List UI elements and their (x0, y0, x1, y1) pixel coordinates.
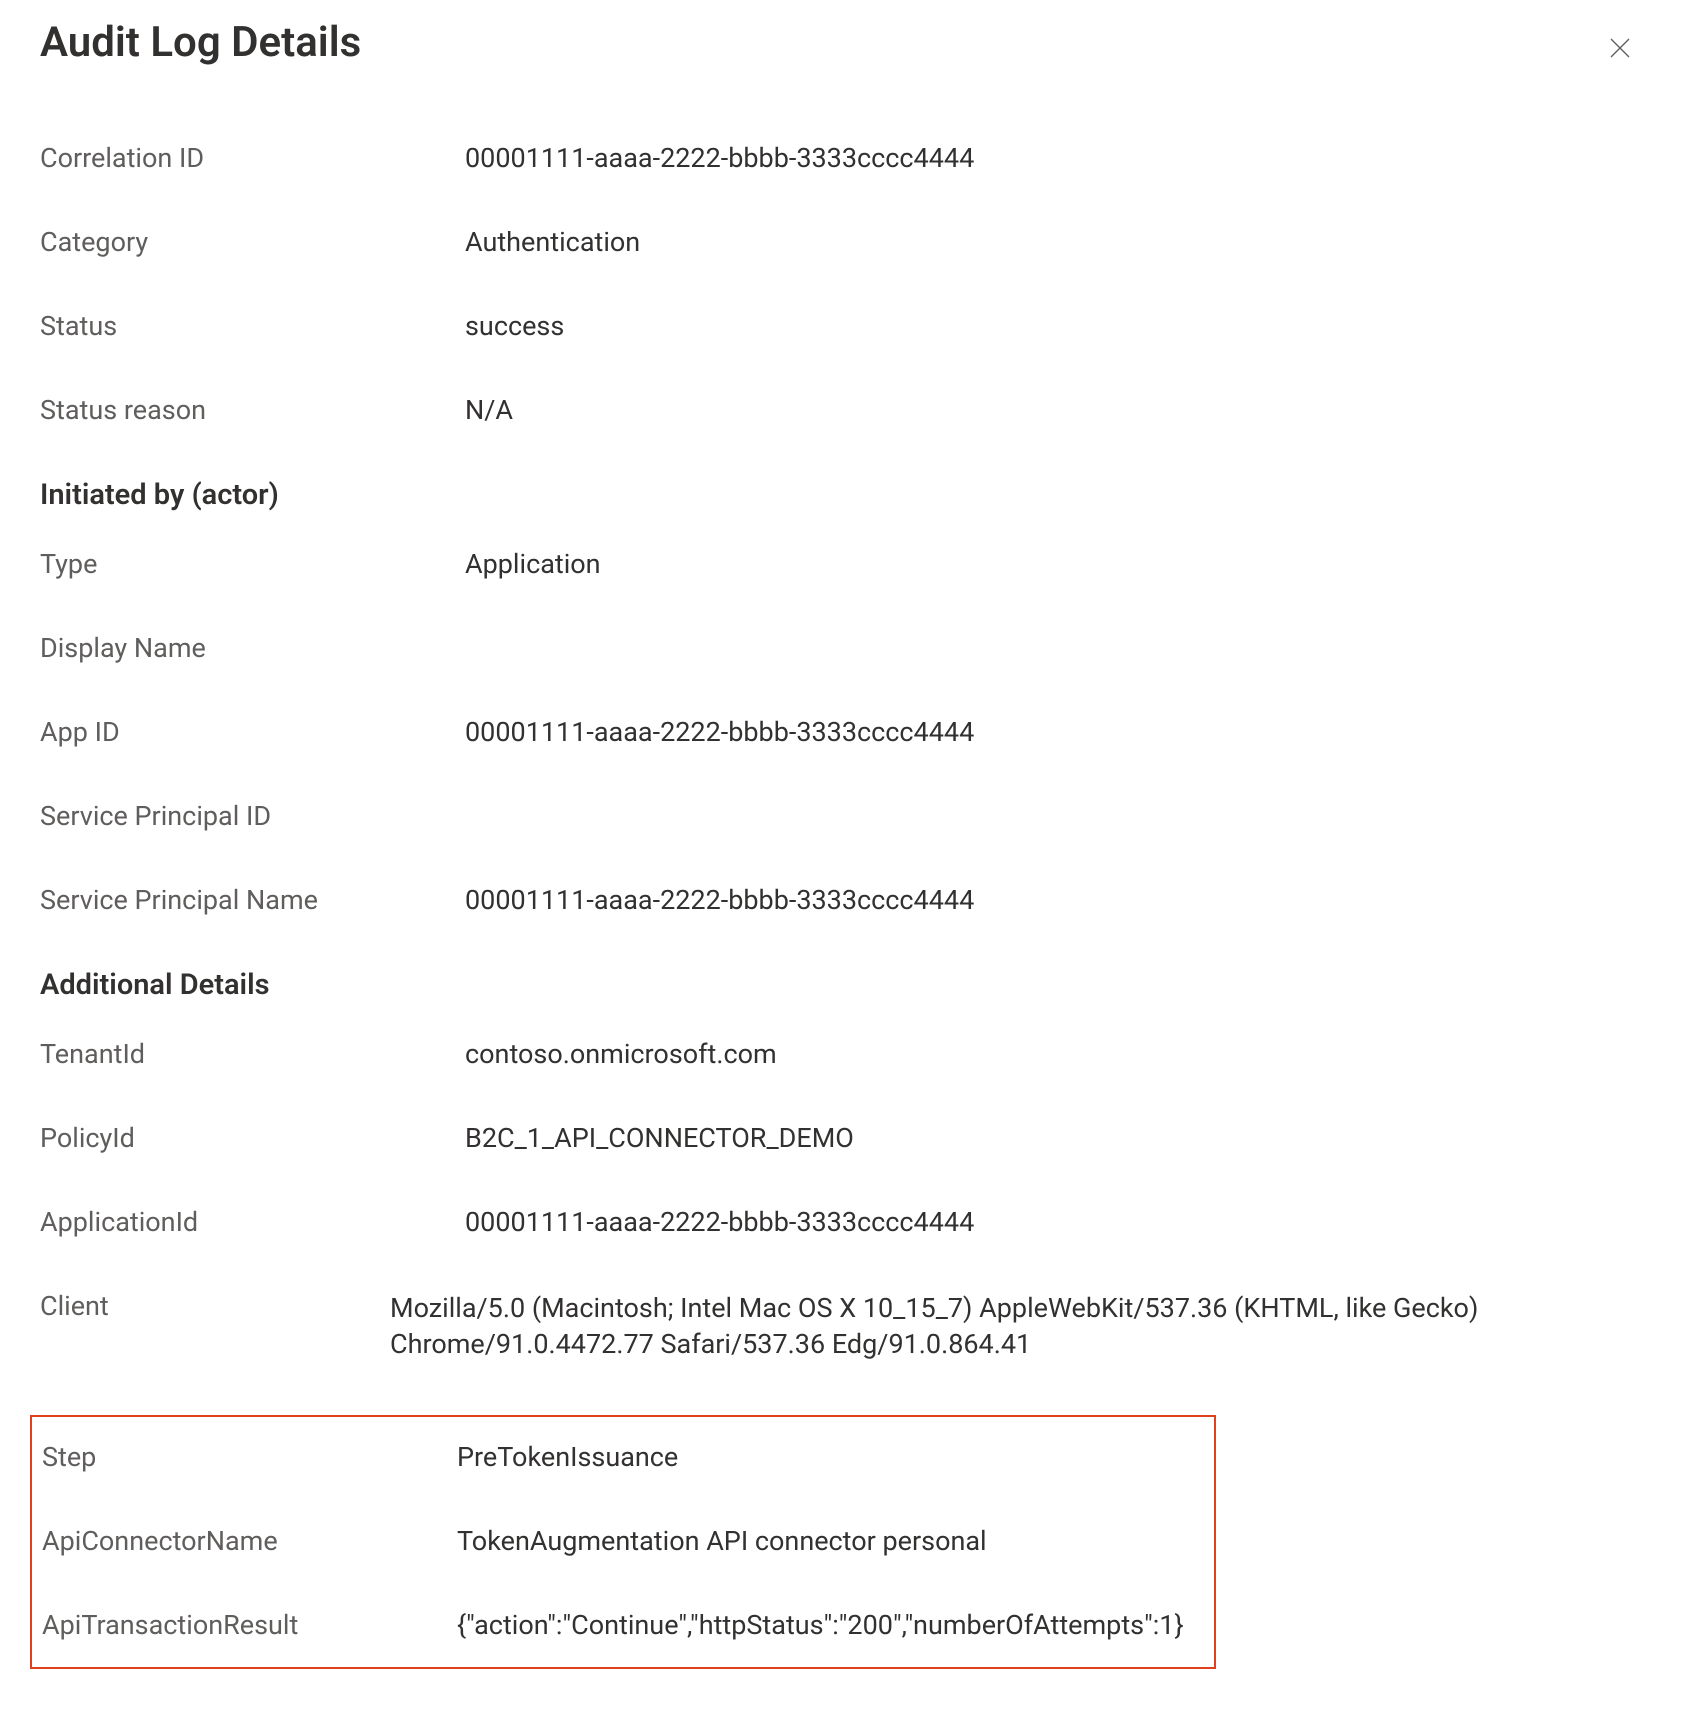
category-row: Category Authentication (40, 226, 1658, 258)
api-connector-name-value: TokenAugmentation API connector personal (457, 1525, 1212, 1557)
api-transaction-result-row: ApiTransactionResult {"action":"Continue… (42, 1609, 1212, 1641)
category-value: Authentication (465, 226, 1658, 258)
app-id-value: 00001111-aaaa-2222-bbbb-3333cccc4444 (465, 716, 1658, 748)
app-id-label: App ID (40, 716, 465, 748)
app-id-row: App ID 00001111-aaaa-2222-bbbb-3333cccc4… (40, 716, 1658, 748)
status-value: success (465, 310, 1658, 342)
status-reason-value: N/A (465, 394, 1658, 426)
correlation-id-value: 00001111-aaaa-2222-bbbb-3333cccc4444 (465, 142, 1658, 174)
client-row: Client Mozilla/5.0 (Macintosh; Intel Mac… (40, 1290, 1658, 1363)
close-icon (1608, 36, 1632, 60)
application-id-label: ApplicationId (40, 1206, 465, 1238)
status-row: Status success (40, 310, 1658, 342)
api-connector-name-label: ApiConnectorName (42, 1525, 457, 1557)
sp-name-row: Service Principal Name 00001111-aaaa-222… (40, 884, 1658, 916)
additional-details-heading: Additional Details (40, 968, 1658, 1002)
type-label: Type (40, 548, 465, 580)
client-value: Mozilla/5.0 (Macintosh; Intel Mac OS X 1… (390, 1290, 1520, 1363)
step-row: Step PreTokenIssuance (42, 1441, 1212, 1473)
sp-name-label: Service Principal Name (40, 884, 465, 916)
close-button[interactable] (1600, 28, 1640, 72)
policy-id-row: PolicyId B2C_1_API_CONNECTOR_DEMO (40, 1122, 1658, 1154)
type-value: Application (465, 548, 1658, 580)
policy-id-value: B2C_1_API_CONNECTOR_DEMO (465, 1122, 1658, 1154)
api-transaction-result-value: {"action":"Continue","httpStatus":"200",… (457, 1609, 1212, 1641)
application-id-value: 00001111-aaaa-2222-bbbb-3333cccc4444 (465, 1206, 1658, 1238)
tenant-id-label: TenantId (40, 1038, 465, 1070)
page-title: Audit Log Details (40, 18, 361, 67)
status-reason-label: Status reason (40, 394, 465, 426)
client-label: Client (40, 1290, 390, 1322)
tenant-id-value: contoso.onmicrosoft.com (465, 1038, 1658, 1070)
step-value: PreTokenIssuance (457, 1441, 1212, 1473)
highlighted-details-box: Step PreTokenIssuance ApiConnectorName T… (30, 1415, 1216, 1669)
api-transaction-result-label: ApiTransactionResult (42, 1609, 457, 1641)
display-name-row: Display Name (40, 632, 1658, 664)
display-name-label: Display Name (40, 632, 465, 664)
api-connector-name-row: ApiConnectorName TokenAugmentation API c… (42, 1525, 1212, 1557)
sp-id-row: Service Principal ID (40, 800, 1658, 832)
status-label: Status (40, 310, 465, 342)
step-label: Step (42, 1441, 457, 1473)
type-row: Type Application (40, 548, 1658, 580)
application-id-row: ApplicationId 00001111-aaaa-2222-bbbb-33… (40, 1206, 1658, 1238)
sp-name-value: 00001111-aaaa-2222-bbbb-3333cccc4444 (465, 884, 1658, 916)
correlation-id-row: Correlation ID 00001111-aaaa-2222-bbbb-3… (40, 142, 1658, 174)
status-reason-row: Status reason N/A (40, 394, 1658, 426)
sp-id-label: Service Principal ID (40, 800, 465, 832)
category-label: Category (40, 226, 465, 258)
tenant-id-row: TenantId contoso.onmicrosoft.com (40, 1038, 1658, 1070)
policy-id-label: PolicyId (40, 1122, 465, 1154)
initiated-by-heading: Initiated by (actor) (40, 478, 1658, 512)
correlation-id-label: Correlation ID (40, 142, 465, 174)
